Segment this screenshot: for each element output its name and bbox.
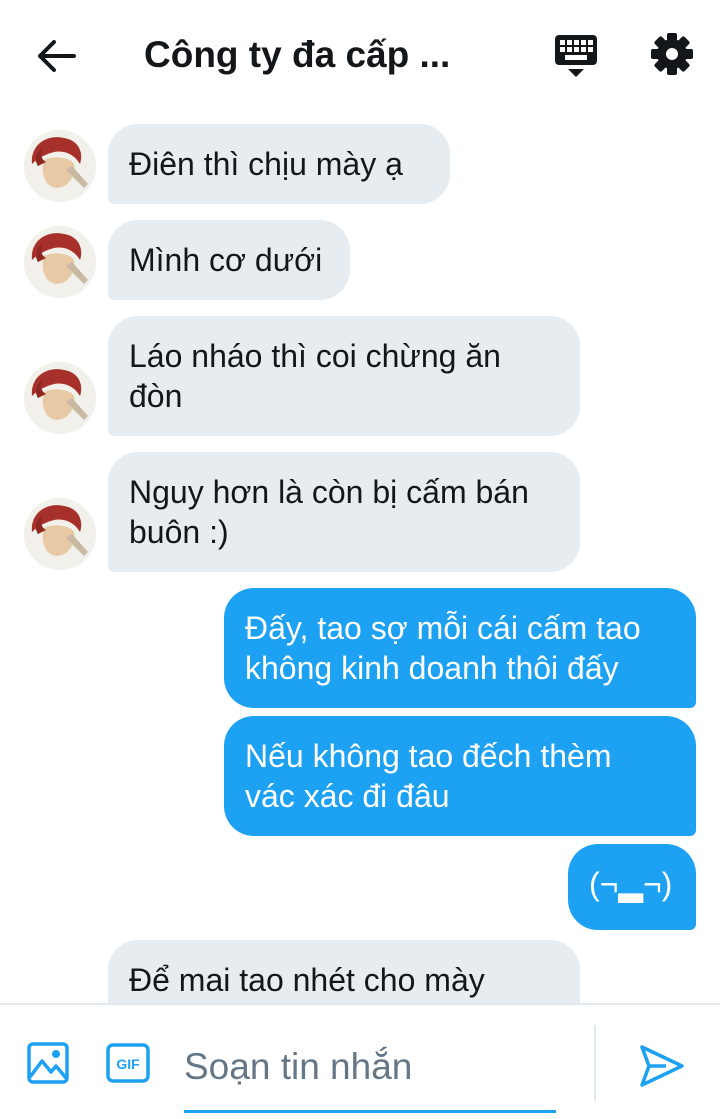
avatar[interactable]	[24, 130, 96, 202]
message-bubble[interactable]: Để mai tao nhét cho mày	[108, 940, 580, 1003]
avatar[interactable]	[24, 498, 96, 570]
send-button[interactable]	[636, 1041, 686, 1091]
message-bubble[interactable]: Mình cơ dưới	[108, 220, 350, 300]
avatar[interactable]	[24, 362, 96, 434]
message-bubble[interactable]: Điên thì chịu mày ạ	[108, 124, 450, 204]
add-image-button[interactable]	[26, 1041, 70, 1085]
keyboard-icon	[555, 35, 597, 77]
gif-label: GIF	[116, 1056, 140, 1072]
arrow-left-icon	[38, 40, 76, 72]
avatar-image	[24, 498, 96, 570]
conversation-title[interactable]: Công ty đa cấp ...	[144, 30, 474, 80]
gif-icon: GIF	[106, 1043, 150, 1083]
message-input[interactable]	[184, 1037, 556, 1097]
avatar-image	[24, 226, 96, 298]
message-bubble[interactable]: Đấy, tao sợ mỗi cái cấm tao không kinh d…	[224, 588, 696, 708]
settings-button[interactable]	[648, 30, 696, 78]
back-button[interactable]	[34, 34, 78, 78]
message-input-wrapper	[184, 1025, 556, 1113]
gear-icon	[651, 33, 693, 75]
message-list[interactable]: Điên thì chịu mày ạ Mình cơ dưới Láo nhá	[0, 108, 720, 1003]
image-icon	[27, 1042, 69, 1084]
avatar-image	[24, 130, 96, 202]
avatar-image	[24, 362, 96, 434]
message-composer: GIF	[0, 1003, 720, 1119]
message-bubble[interactable]: Láo nháo thì coi chừng ăn đòn	[108, 316, 580, 436]
message-bubble[interactable]: Nếu không tao đếch thèm vác xác đi đâu	[224, 716, 696, 836]
conversation-header: Công ty đa cấp ...	[0, 0, 720, 108]
message-bubble[interactable]: (¬▂¬)	[568, 844, 696, 930]
send-icon	[640, 1045, 684, 1087]
composer-divider	[594, 1025, 596, 1101]
avatar[interactable]	[24, 226, 96, 298]
keyboard-button[interactable]	[552, 32, 600, 80]
message-bubble[interactable]: Nguy hơn là còn bị cấm bán buôn :)	[108, 452, 580, 572]
add-gif-button[interactable]: GIF	[106, 1043, 150, 1083]
